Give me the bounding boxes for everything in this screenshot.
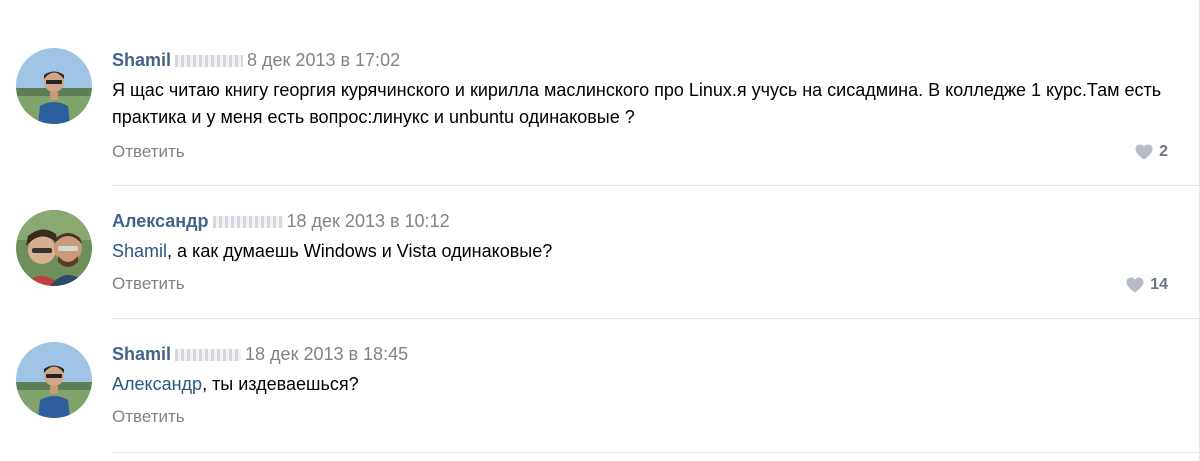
comment-header: Александр 18 дек 2013 в 10:12 [112, 210, 450, 232]
avatar[interactable] [16, 342, 92, 418]
comment-date[interactable]: 8 дек 2013 в 17:02 [247, 50, 400, 70]
comment: Александр 18 дек 2013 в 10:12 Shamil, а к… [0, 186, 1198, 318]
comment-text: Александр, ты издеваешься? [112, 371, 1172, 398]
author-name[interactable]: Shamil [112, 344, 171, 364]
avatar[interactable] [16, 48, 92, 124]
comment-body: , а как думаешь Windows и Vista одинаков… [167, 241, 553, 261]
comment-date[interactable]: 18 дек 2013 в 10:12 [287, 211, 450, 231]
mention-link[interactable]: Shamil [112, 241, 167, 261]
reply-button[interactable]: Ответить [112, 142, 185, 162]
like-button[interactable]: 14 [1126, 276, 1168, 294]
comment-header: Shamil 18 дек 2013 в 18:45 [112, 343, 408, 365]
heart-icon [1135, 144, 1153, 160]
like-count: 14 [1150, 276, 1168, 293]
comment-date[interactable]: 18 дек 2013 в 18:45 [245, 344, 408, 364]
reply-button[interactable]: Ответить [112, 274, 185, 294]
like-button[interactable]: 2 [1135, 143, 1168, 161]
mention-link[interactable]: Александр [112, 374, 202, 394]
heart-icon [1126, 277, 1144, 293]
comment: Shamil 18 дек 2013 в 18:45 Александр, ты … [0, 319, 1198, 461]
reply-button[interactable]: Ответить [112, 407, 185, 427]
comment-text: Shamil, а как думаешь Windows и Vista од… [112, 238, 1172, 265]
like-count: 2 [1159, 143, 1168, 160]
comment-text: Я щас читаю книгу георгия курячинского и… [112, 80, 1162, 127]
author-name[interactable]: Александр [112, 211, 209, 231]
author-name[interactable]: Shamil [112, 50, 171, 70]
comment-header: Shamil 8 дек 2013 в 17:02 [112, 49, 400, 71]
redacted-surname [175, 55, 244, 68]
redacted-surname [212, 216, 283, 229]
comment-body: , ты издеваешься? [202, 374, 359, 394]
divider [112, 452, 1199, 453]
redacted-surname [175, 349, 242, 362]
comments-feed: Shamil 8 дек 2013 в 17:02 Я щас читаю кни… [0, 0, 1200, 461]
comment: Shamil 8 дек 2013 в 17:02 Я щас читаю кни… [0, 0, 1198, 185]
avatar[interactable] [16, 210, 92, 286]
